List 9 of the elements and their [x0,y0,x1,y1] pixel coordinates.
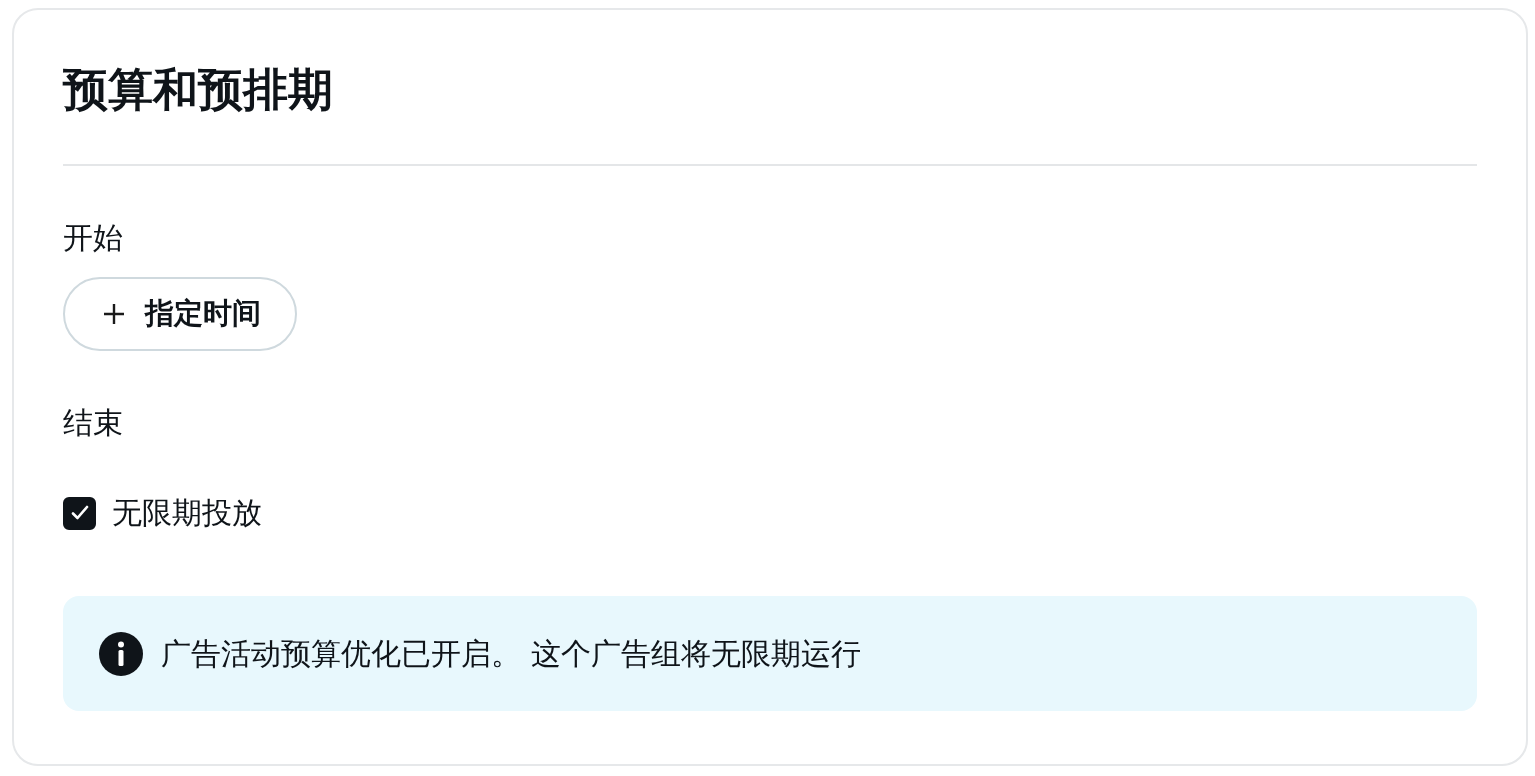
section-title: 预算和预排期 [63,62,334,118]
set-time-button[interactable]: 指定时间 [63,277,297,351]
field-label: 开始 [63,219,124,257]
info-message: 广告活动预算优化已开启。 这个广告组将无限期运行 [161,634,861,673]
plus-icon [103,303,125,325]
field-label: 结束 [63,404,124,442]
checkbox[interactable] [63,496,96,530]
checkbox-label: 无限期投放 [112,494,262,532]
info-icon [99,631,143,676]
